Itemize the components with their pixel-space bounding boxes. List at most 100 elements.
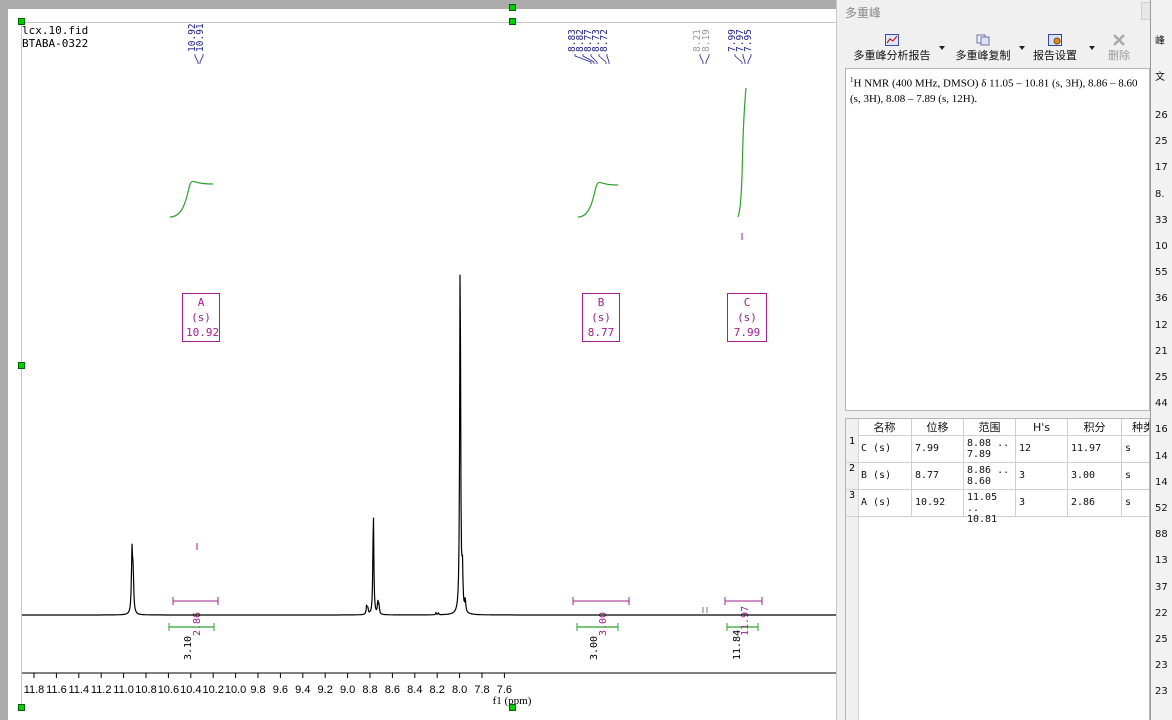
x-tick-label: 8.0 [452, 684, 467, 696]
side-value: 37 [1155, 581, 1168, 593]
row-number: 2 [848, 463, 856, 474]
side-value: 13 [1155, 555, 1168, 567]
x-tick-label: 9.0 [340, 684, 355, 696]
report-settings-label: 报告设置 [1033, 49, 1077, 62]
table-row[interactable]: 2 B (s) 8.77 8.86 .. 8.60 3 3.00 s [846, 463, 1149, 490]
multiplet-panel: 多重峰 多重峰分析报告 多重峰复制 报告设置 删除 1H NMR (400 MH… [836, 0, 1159, 720]
table-row[interactable]: 1 C (s) 7.99 8.08 .. 7.89 12 11.97 s [846, 436, 1149, 463]
side-value: 23 [1155, 660, 1168, 672]
peak-label-connector [734, 54, 743, 64]
multiplet-shift: 7.99 [733, 326, 761, 339]
side-value: 26 [1155, 110, 1168, 121]
multiplet-copy-button[interactable]: 多重峰复制 [951, 32, 1015, 64]
cell-type: s [1125, 443, 1132, 454]
col-header-type[interactable]: 种类 [1122, 419, 1149, 436]
resize-handle-bottom-left[interactable] [18, 704, 25, 711]
multiplet-report-text[interactable]: 1H NMR (400 MHz, DMSO) δ 11.05 – 10.81 (… [845, 68, 1150, 411]
copy-dropdown-arrow-icon[interactable] [1019, 46, 1025, 50]
multiplet-toolbar: 多重峰分析报告 多重峰复制 报告设置 删除 [845, 32, 1151, 66]
settings-icon [1048, 34, 1062, 46]
side-value: 23 [1155, 686, 1168, 698]
x-tick-label: 11.6 [46, 684, 67, 696]
report-dropdown-arrow-icon[interactable] [939, 46, 945, 50]
cell-h: 3 [1016, 463, 1068, 489]
side-value: 25 [1155, 634, 1168, 645]
peak-label-connector [199, 54, 204, 64]
cell-name: C (s) [858, 436, 912, 462]
x-tick-label: 10.6 [158, 684, 179, 696]
side-value: 16 [1155, 424, 1168, 436]
integral-curve-c [737, 87, 747, 218]
cell-shift: 7.99 [912, 436, 964, 462]
cell-range: 8.86 .. 8.60 [964, 463, 1016, 489]
cell-range-from: 8.08 .. [967, 438, 1010, 449]
delete-button[interactable]: 删除 [1101, 32, 1137, 64]
cell-type: s [1125, 497, 1132, 508]
peak-label: 8.19 [701, 29, 712, 52]
settings-dropdown-arrow-icon[interactable] [1089, 46, 1095, 50]
col-header-h[interactable]: H's [1016, 419, 1068, 436]
resize-handle-top-inner[interactable] [509, 18, 516, 25]
side-value: 36 [1155, 293, 1168, 305]
side-value: 14 [1155, 476, 1168, 488]
peak-label-connector [582, 54, 595, 64]
multiplet-label: C (s) [737, 296, 757, 324]
side-value: 12 [1155, 319, 1168, 331]
peak-label: 8.72 [599, 29, 610, 52]
side-value: 10 [1155, 241, 1168, 252]
peak-label-connector [705, 54, 710, 64]
multiplet-report-button[interactable]: 多重峰分析报告 [849, 32, 935, 64]
report-body: H NMR (400 MHz, DMSO) δ 11.05 – 10.81 (s… [850, 77, 1138, 105]
side-value: 55 [1155, 267, 1168, 279]
x-tick-label: 8.2 [430, 684, 445, 696]
x-tick-label: 10.2 [202, 684, 223, 696]
integral-curve-a [169, 180, 214, 218]
report-settings-button[interactable]: 报告设置 [1031, 32, 1079, 64]
peak-label: 7.95 [743, 29, 754, 52]
multiplet-report-label: 多重峰分析报告 [853, 49, 931, 62]
side-value: 44 [1155, 398, 1168, 410]
side-value: 88 [1155, 529, 1168, 541]
cell-shift: 8.77 [912, 463, 964, 489]
side-value: 52 [1155, 503, 1168, 514]
peak-label-connector [742, 54, 746, 64]
spectrum-line [22, 274, 836, 616]
side-value: 25 [1155, 372, 1168, 383]
peak-label-connector [699, 54, 704, 64]
peak-label-connector [598, 54, 607, 64]
multiplet-integral: 11.97 [740, 606, 751, 636]
cell-range-to: 8.60 [967, 476, 992, 487]
nmr-spectrum-plot[interactable]: 10.9210.91 8.838.828.778.738.72 8.218.19 7.… [0, 0, 836, 720]
cell-range-to: 7.89 [967, 449, 992, 460]
resize-handle-top[interactable] [509, 4, 516, 11]
multiplet-box-c[interactable]: C (s) 7.99 [727, 293, 767, 342]
multiplet-table: 名称 位移 范围 H's 积分 种类 1 C (s) 7.99 8.08 ..7… [845, 418, 1150, 720]
resize-handle-left[interactable] [18, 362, 25, 369]
multiplet-box-b[interactable]: B (s) 8.77 [582, 293, 620, 342]
side-header: 峰 [1155, 36, 1165, 47]
side-table-strip: 峰 文 26 25 17 8. 33 10 55 36 12 21 25 44 16 14 14 52 88 13… [1150, 0, 1172, 720]
x-tick-label: 8.4 [407, 684, 422, 696]
cell-range-from: 8.86 .. [967, 465, 1010, 476]
col-header-shift[interactable]: 位移 [912, 419, 964, 436]
copy-icon [976, 34, 990, 46]
col-header-integral[interactable]: 积分 [1068, 419, 1122, 436]
table-row[interactable]: 3 A (s) 10.92 11.05 .. 10.81 3 2.86 s [846, 490, 1149, 525]
cell-name: A (s) [858, 490, 912, 516]
x-tick-label: 9.8 [250, 684, 265, 696]
cell-range-to: 10.81 [967, 514, 998, 525]
cell-h: 3 [1016, 490, 1068, 516]
resize-handle-bottom[interactable] [509, 704, 516, 711]
row-number: 1 [848, 436, 856, 447]
integral-value: 3.00 [589, 636, 600, 660]
col-header-range[interactable]: 范围 [964, 419, 1016, 436]
multiplet-box-a[interactable]: A (s) 10.92 [182, 293, 220, 342]
col-header-name[interactable]: 名称 [858, 419, 912, 436]
resize-handle-top-left[interactable] [18, 18, 25, 25]
x-tick-label: 8.8 [362, 684, 377, 696]
multiplet-label: B (s) [591, 296, 611, 324]
x-tick-label: 9.4 [295, 684, 310, 696]
integral-value: 3.10 [183, 636, 194, 660]
x-tick-label: 11.0 [113, 684, 134, 696]
x-axis: 11.8 11.6 11.4 11.2 11.0 10.8 10.6 10.4 10.2 10.0… [22, 672, 836, 707]
